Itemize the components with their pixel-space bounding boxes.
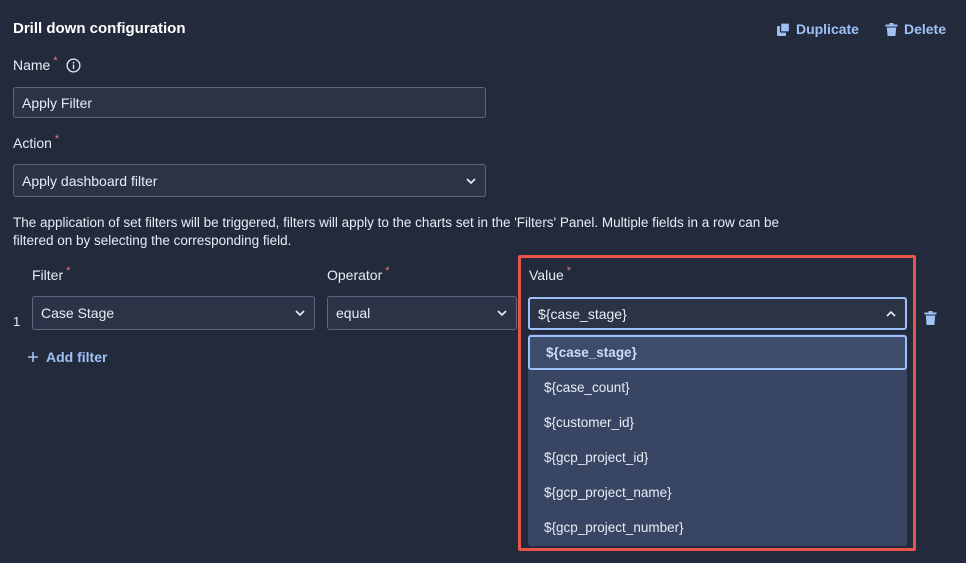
chevron-down-icon [295,310,305,317]
operator-select-value: equal [336,305,371,321]
duplicate-label: Duplicate [795,21,859,37]
info-icon[interactable] [66,57,81,73]
name-label: Name * [13,55,81,73]
action-select-value: Apply dashboard filter [22,172,158,189]
filter-column-label: Filter * [32,265,71,283]
chevron-down-icon [497,310,507,317]
filter-select-value: Case Stage [41,305,115,321]
action-select[interactable]: Apply dashboard filter [13,164,486,197]
action-label: Action * [13,133,60,151]
header-actions: Duplicate Delete [776,21,946,37]
page-title: Drill down configuration [13,20,186,37]
delete-button[interactable]: Delete [885,21,946,37]
plus-icon [28,352,38,362]
name-input[interactable]: Apply Filter [13,87,486,118]
duplicate-button[interactable]: Duplicate [776,21,859,37]
chevron-down-icon [466,177,476,184]
operator-column-text: Operator [327,267,383,283]
description-text: The application of set filters will be t… [13,215,780,248]
operator-select[interactable]: equal [327,296,517,330]
add-filter-label: Add filter [46,349,108,365]
duplicate-icon [776,22,790,36]
filter-row-index: 1 [13,314,21,329]
name-label-text: Name [13,57,51,73]
required-mark: * [66,265,71,277]
required-mark: * [385,265,390,277]
highlight-annotation-box [518,255,916,551]
operator-column-label: Operator * [327,265,390,283]
name-input-value: Apply Filter [22,94,93,111]
add-filter-button[interactable]: Add filter [28,349,107,365]
remove-filter-trash-icon[interactable] [924,311,937,325]
required-mark: * [54,133,60,145]
drill-down-config-panel: Drill down configuration Duplicate Delet… [0,0,966,563]
filter-column-text: Filter [32,267,64,283]
required-mark: * [53,55,58,67]
action-label-text: Action [13,135,52,151]
filter-select[interactable]: Case Stage [32,296,315,330]
trash-icon [885,22,898,36]
delete-label: Delete [903,21,946,37]
